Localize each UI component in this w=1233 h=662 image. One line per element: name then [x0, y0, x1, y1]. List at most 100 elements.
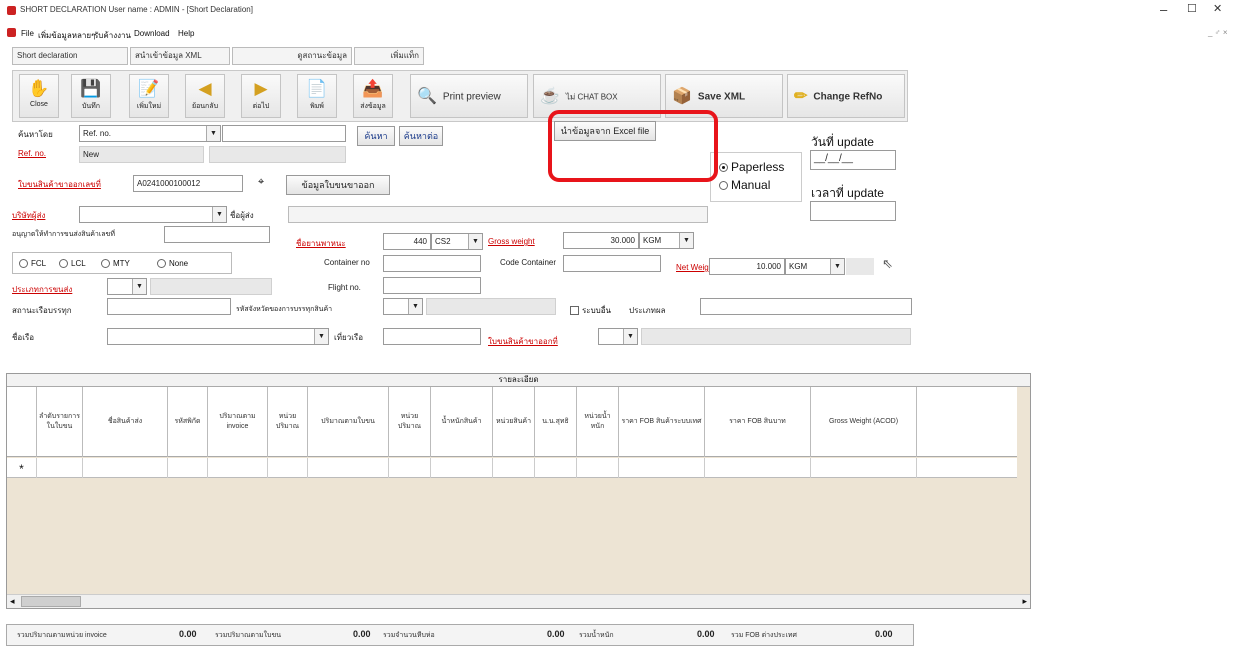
menu-pending[interactable]: รับค้างงาน: [94, 29, 131, 42]
grid-column-header[interactable]: Gross Weight (ACOD): [811, 387, 917, 457]
grid-cell[interactable]: [705, 458, 811, 478]
paperless-radio[interactable]: Paperless: [719, 160, 784, 174]
lcl-radio[interactable]: LCL: [59, 259, 86, 269]
grid-cell[interactable]: [268, 458, 308, 478]
previous-button[interactable]: ◀ ย้อนกลับ: [185, 74, 225, 118]
fcl-radio[interactable]: FCL: [19, 259, 46, 269]
grid-cell[interactable]: [168, 458, 208, 478]
menu-download[interactable]: Download: [134, 29, 170, 38]
gross-weight-unit-select[interactable]: KGM ▼: [639, 232, 694, 249]
app-icon: [7, 6, 16, 15]
tab-short-declaration[interactable]: Short declaration: [12, 47, 128, 65]
transport-select[interactable]: ▼: [107, 278, 147, 295]
maximize-button[interactable]: ☐: [1187, 2, 1197, 15]
menu-add-multiple[interactable]: เพิ่มข้อมูลหลายๆ: [38, 29, 95, 42]
title-bar: SHORT DECLARATION User name : ADMIN - [S…: [0, 0, 1233, 22]
mdi-controls[interactable]: _ ♂ ×: [1208, 28, 1228, 37]
grid-column-header[interactable]: น.น.สุทธิ: [535, 387, 577, 457]
scroll-left-icon[interactable]: ◂: [10, 596, 15, 607]
print-preview-button[interactable]: 🔍 Print preview: [410, 74, 528, 118]
update-time-field[interactable]: [810, 201, 896, 221]
mty-radio[interactable]: MTY: [101, 259, 130, 269]
package-unit-select[interactable]: CS2 ▼: [431, 233, 483, 250]
grid-cell[interactable]: [431, 458, 493, 478]
mouse-cursor-icon: ⇖: [882, 256, 893, 271]
code-container-field[interactable]: [563, 255, 661, 272]
new-document-icon: 📝: [138, 79, 160, 98]
declaration-field[interactable]: A0241000100012: [133, 175, 243, 192]
search-by-select[interactable]: Ref. no. ▼: [79, 125, 221, 142]
grid-column-header[interactable]: หน่วยปริมาณ: [389, 387, 431, 457]
grid-cell[interactable]: [308, 458, 389, 478]
grid-new-row[interactable]: *: [7, 458, 1017, 478]
grid-cell[interactable]: [83, 458, 168, 478]
grid-column-header[interactable]: รหัสพิกัด: [168, 387, 208, 457]
chevron-down-icon: ▼: [830, 259, 844, 274]
grid-cell[interactable]: [493, 458, 535, 478]
grid-column-header[interactable]: น้ำหนักสินค้า: [431, 387, 493, 457]
grid-column-header[interactable]: ลำดับรายการในใบขน: [37, 387, 83, 457]
package-qty-field[interactable]: 440: [383, 233, 431, 250]
close-button[interactable]: ✋ Close: [19, 74, 59, 118]
new-button[interactable]: 📝 เพิ่มใหม่: [129, 74, 169, 118]
grid-cell[interactable]: [811, 458, 917, 478]
find-next-button[interactable]: ค้นหาต่อ: [399, 126, 443, 146]
print-button[interactable]: 📄 พิมพ์: [297, 74, 337, 118]
menu-help[interactable]: Help: [178, 29, 194, 38]
container-field[interactable]: [383, 255, 481, 272]
magnifier-icon: 🔍: [417, 88, 437, 105]
binoculars-icon[interactable]: ⌖: [258, 176, 264, 189]
change-refno-button[interactable]: ✏ Change RefNo: [787, 74, 905, 118]
other-system-checkbox[interactable]: ระบบอื่น: [570, 304, 611, 317]
none-radio[interactable]: None: [157, 259, 188, 269]
grid-cell[interactable]: [577, 458, 619, 478]
horizontal-scrollbar[interactable]: ◂ ▸: [7, 594, 1030, 608]
grid-column-header[interactable]: หน่วยสินค้า: [493, 387, 535, 457]
tab-status[interactable]: ดูสถานะข้อมูล: [232, 47, 352, 65]
declaration-type-select[interactable]: ▼: [598, 328, 638, 345]
scroll-right-icon[interactable]: ▸: [1022, 596, 1027, 607]
voyage-field[interactable]: [383, 328, 481, 345]
grid-column-header[interactable]: ราคา FOB สินบาท: [705, 387, 811, 457]
mode-group: Paperless Manual: [710, 152, 802, 202]
port-field[interactable]: [107, 298, 231, 315]
manual-radio[interactable]: Manual: [719, 178, 770, 192]
grid-column-header[interactable]: หน่วยปริมาณ: [268, 387, 308, 457]
close-window-button[interactable]: ✕: [1213, 2, 1222, 15]
grid-column-header[interactable]: หน่วยน้ำหนัก: [577, 387, 619, 457]
grid-column-header[interactable]: ราคา FOB สินค้าระบบเทศ: [619, 387, 705, 457]
grid-column-header[interactable]: ปริมาณตามใบขน: [308, 387, 389, 457]
tab-add-tag[interactable]: เพิ่มแท็ก: [354, 47, 424, 65]
loading-code-select[interactable]: ▼: [383, 298, 423, 315]
ship-select[interactable]: ▼: [107, 328, 329, 345]
send-button[interactable]: 📤 ส่งข้อมูล: [353, 74, 393, 118]
save-button[interactable]: 💾 บันทึก: [71, 74, 111, 118]
find-button[interactable]: ค้นหา: [357, 126, 395, 146]
export-data-button[interactable]: ข้อมูลใบขนขาออก: [286, 175, 390, 195]
menu-file[interactable]: File: [21, 29, 34, 38]
grid-column-header[interactable]: ชื่อสินค้าส่ง: [83, 387, 168, 457]
company-select[interactable]: ▼: [79, 206, 227, 223]
refno-label: Ref. no.: [18, 149, 47, 158]
grid-cell[interactable]: [535, 458, 577, 478]
minimize-button[interactable]: –: [1160, 2, 1167, 17]
grid-cell[interactable]: [389, 458, 431, 478]
chevron-down-icon: ▼: [623, 329, 637, 344]
net-weight-unit-select[interactable]: KGM ▼: [785, 258, 845, 275]
permit-field[interactable]: [164, 226, 270, 243]
grid-cell[interactable]: [37, 458, 83, 478]
grid-cell[interactable]: [619, 458, 705, 478]
next-button[interactable]: ▶ ต่อไป: [241, 74, 281, 118]
scroll-thumb[interactable]: [21, 596, 81, 607]
flight-field[interactable]: [383, 277, 481, 294]
company-name-field: [288, 206, 708, 223]
chat-icon: ☕: [540, 88, 560, 105]
tab-import-xml[interactable]: สนำเข้าข้อมูล XML: [130, 47, 230, 65]
net-weight-field[interactable]: 10.000: [709, 258, 785, 275]
gross-weight-field[interactable]: 30.000: [563, 232, 639, 249]
reason-field[interactable]: [700, 298, 912, 315]
update-date-field[interactable]: __/__/__: [810, 150, 896, 170]
search-input[interactable]: [222, 125, 346, 142]
grid-column-header[interactable]: ปริมาณตาม invoice: [208, 387, 268, 457]
grid-cell[interactable]: [208, 458, 268, 478]
